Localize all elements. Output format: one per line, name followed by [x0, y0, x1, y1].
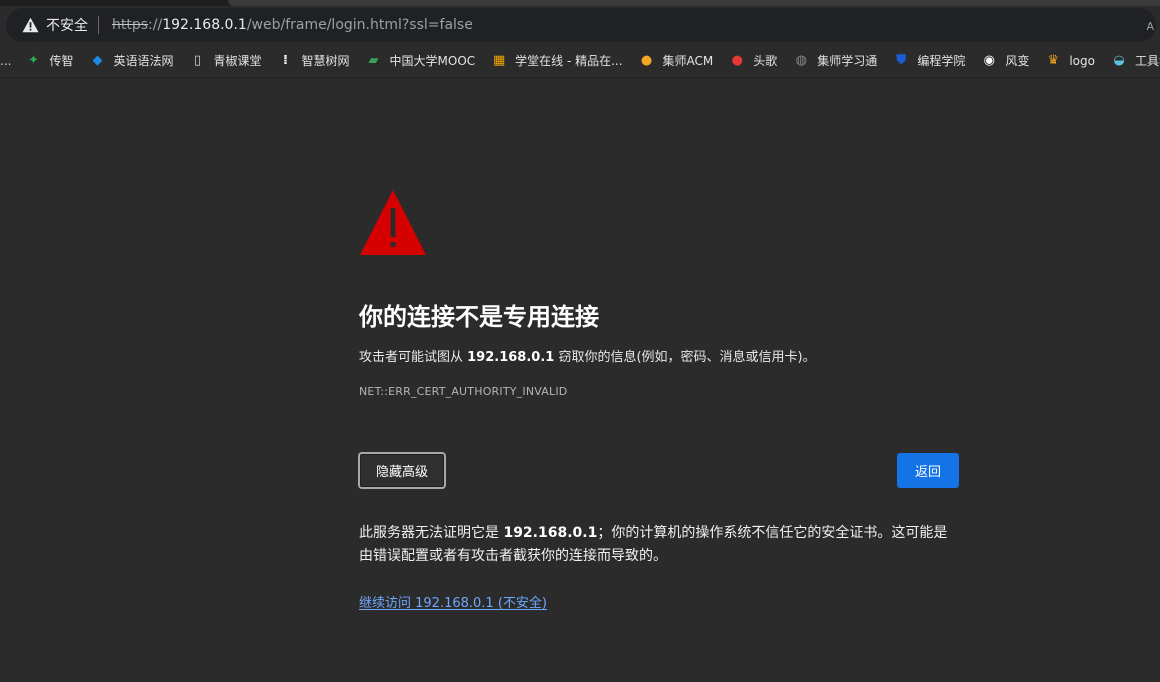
url-host: 192.168.0.1: [162, 17, 247, 33]
description-prefix: 攻击者可能试图从: [359, 350, 468, 365]
chuanzhi-icon: ✦: [28, 53, 39, 68]
panda-icon: ◉: [983, 53, 995, 68]
back-button[interactable]: 返回: [897, 453, 959, 488]
bookmark-label: 英语语法网: [113, 54, 174, 68]
bookmark-item[interactable]: ▦ 学堂在线 - 精品在...: [491, 52, 623, 69]
logo-icon: ♛: [1047, 53, 1060, 68]
bookmark-item[interactable]: ● 集师ACM: [639, 52, 714, 69]
bookmark-label: 头歌: [753, 54, 778, 68]
grammar-icon: ◆: [92, 53, 103, 68]
zhihuishu-icon: ⁞: [283, 53, 288, 68]
bookmark-label: 青椒课堂: [213, 54, 262, 68]
advanced-details: 此服务器无法证明它是 192.168.0.1；你的计算机的操作系统不信任它的安全…: [359, 522, 959, 568]
interstitial-content: 你的连接不是专用连接 攻击者可能试图从 192.168.0.1 窃取你的信息(例…: [358, 188, 959, 611]
warning-icon: [22, 17, 39, 33]
hide-advanced-button[interactable]: 隐藏高级: [358, 452, 446, 489]
bookmark-item[interactable]: ▯ 青椒课堂: [189, 52, 262, 69]
url-path: /web/frame/login.html?ssl=false: [246, 17, 473, 33]
bookmark-label: 中国大学MOOC: [389, 54, 476, 68]
security-chip[interactable]: 不安全: [6, 8, 98, 42]
bookmark-item[interactable]: ⁞ 智慧树网: [278, 52, 350, 69]
warning-triangle-icon: [360, 190, 426, 255]
cat-icon: ◒: [1113, 53, 1125, 68]
bookmark-item[interactable]: ◍ 集师学习通: [793, 52, 878, 69]
acm-icon: ●: [640, 53, 653, 68]
url-scheme: https: [112, 17, 149, 33]
bookmark-label: 集师ACM: [662, 54, 714, 68]
details-prefix: 此服务器无法证明它是: [359, 525, 504, 541]
bookmark-item[interactable]: ◒ 工具猫: [1111, 52, 1160, 69]
bookmark-label: 工具猫: [1134, 54, 1160, 68]
bookmark-item[interactable]: ⛊ 编程学院: [893, 52, 965, 69]
description-suffix: 窃取你的信息(例如，密码、消息或信用卡)。: [554, 350, 816, 365]
globe-icon: ◍: [795, 53, 807, 68]
security-label: 不安全: [46, 18, 88, 34]
description: 攻击者可能试图从 192.168.0.1 窃取你的信息(例如，密码、消息或信用卡…: [359, 349, 959, 367]
bookmark-label: 传智: [49, 54, 74, 68]
tab-strip-edge: [228, 0, 1160, 6]
touge-icon: ●: [731, 53, 743, 68]
tab-strip: [0, 0, 1160, 6]
address-separator: [98, 16, 99, 34]
url-scheme-sep: ://: [148, 17, 163, 33]
page-title: 你的连接不是专用连接: [359, 303, 599, 331]
bookmark-label: 智慧树网: [301, 54, 350, 68]
error-code: NET::ERR_CERT_AUTHORITY_INVALID: [359, 385, 568, 398]
bookmark-label: 风变: [1005, 54, 1030, 68]
button-row: 隐藏高级 返回: [358, 452, 959, 490]
url-text[interactable]: https://192.168.0.1/web/frame/login.html…: [112, 17, 473, 33]
bookmark-item[interactable]: ◆ 英语语法网: [89, 52, 173, 69]
bookmark-label: 集师学习通: [817, 54, 878, 68]
address-bar-end: A: [1146, 20, 1154, 33]
proceed-unsafe-link[interactable]: 继续访问 192.168.0.1 (不安全): [359, 592, 547, 611]
bookmark-item[interactable]: ♛ logo: [1045, 53, 1095, 69]
bookmark-label: logo: [1069, 53, 1095, 68]
bookmark-label: 编程学院: [917, 54, 966, 68]
document-icon: ▯: [193, 53, 202, 68]
xuetang-icon: ▦: [492, 53, 506, 68]
bookmark-item[interactable]: ● 头歌: [729, 52, 778, 69]
bookmarks-overflow[interactable]: ...: [0, 54, 11, 68]
description-host: 192.168.0.1: [467, 350, 555, 365]
bookmark-item[interactable]: ▰ 中国大学MOOC: [366, 52, 476, 69]
bookmarks-bar: ... ✦ 传智 ◆ 英语语法网 ▯ 青椒课堂 ⁞ 智慧树网 ▰ 中国大学MOOC ▦ 学堂在线 - …: [0, 44, 1160, 78]
details-host: 192.168.0.1: [503, 525, 598, 541]
shield-icon: ⛊: [896, 53, 907, 68]
address-bar[interactable]: 不安全 https://192.168.0.1/web/frame/login.…: [6, 8, 1156, 42]
bookmark-label: 学堂在线 - 精品在...: [515, 54, 623, 68]
bookmark-item[interactable]: ✦ 传智: [25, 52, 73, 69]
mooc-icon: ▰: [368, 53, 379, 68]
bookmark-item[interactable]: ◉ 风变: [981, 52, 1030, 69]
